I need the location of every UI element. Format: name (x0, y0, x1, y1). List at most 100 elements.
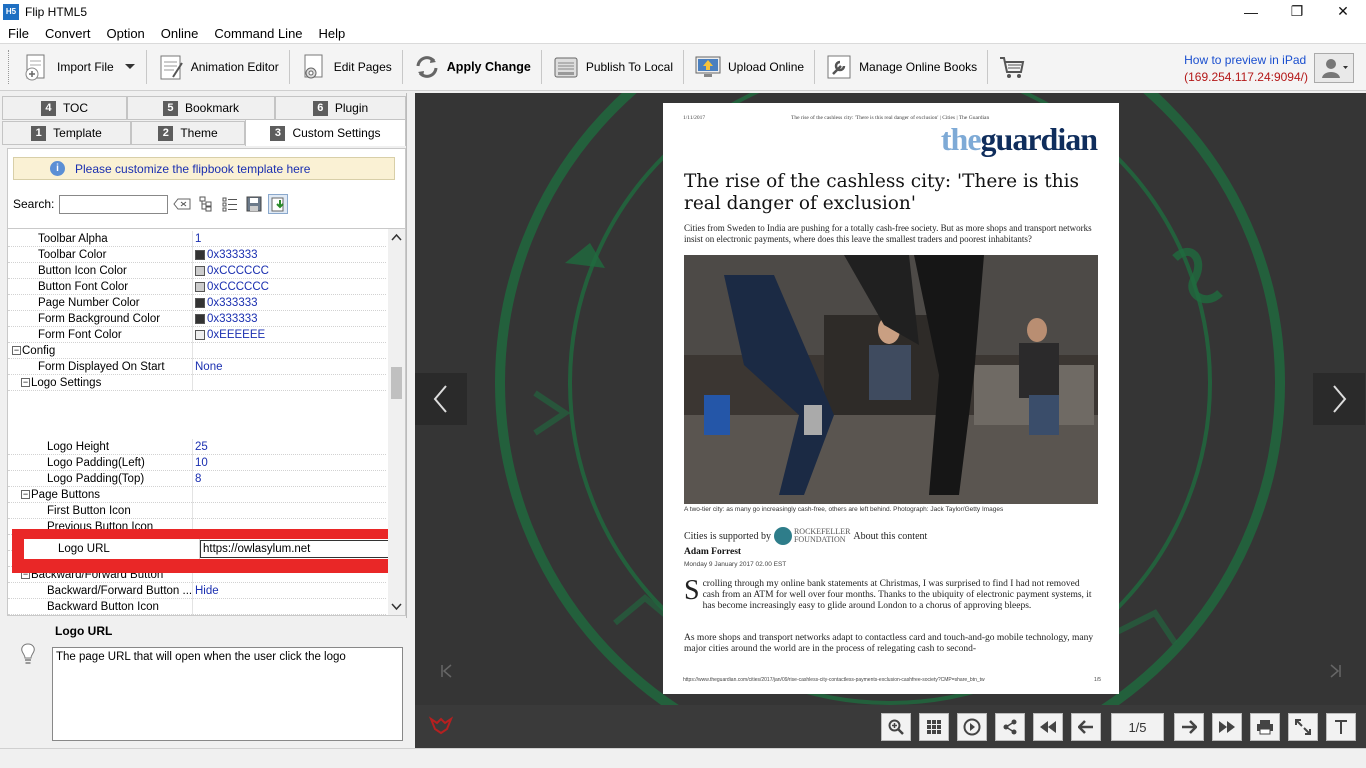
menu-command-line[interactable]: Command Line (206, 26, 310, 41)
search-input[interactable] (59, 194, 169, 214)
tab-toc[interactable]: 4 TOC (2, 96, 127, 120)
about-content-link[interactable]: About this content (853, 531, 927, 542)
apply-change-button[interactable]: Apply Change (407, 47, 537, 87)
animation-editor-button[interactable]: Animation Editor (151, 47, 285, 87)
import-file-button[interactable]: Import File (17, 47, 142, 87)
property-row[interactable]: Form Background Color 0x333333 (8, 310, 386, 327)
property-group-row[interactable]: − Page Buttons (8, 486, 386, 503)
share-button[interactable] (995, 713, 1025, 741)
property-grid-scrollbar[interactable] (388, 229, 405, 615)
logo-url-row[interactable]: Logo URL (24, 539, 396, 559)
save-icon[interactable] (244, 194, 264, 214)
property-row[interactable]: Form Font Color 0xEEEEEE (8, 326, 386, 343)
description-text: The page URL that will open when the use… (52, 647, 403, 741)
property-row[interactable]: Backward Button Icon (8, 598, 386, 615)
upload-icon (695, 56, 721, 77)
previous-button[interactable] (1071, 713, 1101, 741)
property-value[interactable] (195, 375, 385, 391)
menu-convert[interactable]: Convert (37, 26, 99, 41)
tab-plugin[interactable]: 6 Plugin (275, 96, 406, 120)
property-row[interactable]: Logo Padding(Left) 10 (8, 454, 386, 471)
maximize-button[interactable]: ❐ (1274, 0, 1320, 23)
manage-online-books-button[interactable]: Manage Online Books (819, 47, 983, 87)
import-settings-icon[interactable] (268, 194, 289, 214)
property-value[interactable]: 25 (195, 439, 385, 455)
first-page-button[interactable] (1033, 713, 1063, 741)
text-mode-button[interactable] (1326, 713, 1356, 741)
collapse-icon[interactable]: − (12, 345, 21, 355)
property-value[interactable]: Hide (195, 583, 385, 599)
property-value[interactable] (195, 599, 385, 615)
menu-online[interactable]: Online (153, 26, 207, 41)
property-row[interactable]: Form Displayed On Start None (8, 358, 386, 375)
chevron-down-icon[interactable] (122, 62, 138, 72)
thumbnails-button[interactable] (919, 713, 949, 741)
upload-online-button[interactable]: Upload Online (688, 47, 810, 87)
property-value[interactable]: 0x333333 (195, 247, 385, 263)
edit-pages-button[interactable]: Edit Pages (294, 47, 398, 87)
owl-logo-icon[interactable] (427, 715, 455, 737)
tab-theme[interactable]: 2 Theme (131, 121, 245, 145)
photo-caption: A two-tier city: as many go increasingly… (684, 506, 1004, 513)
scrollbar-thumb[interactable] (391, 367, 402, 399)
logo-url-input[interactable] (200, 540, 396, 558)
property-value[interactable]: 0x333333 (195, 311, 385, 327)
property-group-row[interactable]: − Config (8, 342, 386, 359)
print-button[interactable] (1250, 713, 1280, 741)
property-name-text: Toolbar Alpha (38, 232, 108, 245)
zoom-in-button[interactable] (881, 713, 911, 741)
property-value[interactable] (195, 487, 385, 503)
property-value[interactable]: 0x333333 (195, 295, 385, 311)
tab-custom-settings[interactable]: 3 Custom Settings (245, 119, 406, 146)
scroll-down-icon[interactable] (388, 599, 405, 613)
property-value[interactable]: 1 (195, 231, 385, 247)
fullscreen-button[interactable] (1288, 713, 1318, 741)
next-button[interactable] (1174, 713, 1204, 741)
property-value[interactable]: 0xEEEEEE (195, 327, 385, 343)
next-page-button[interactable] (1313, 373, 1365, 425)
property-row[interactable]: Button Font Color 0xCCCCCC (8, 278, 386, 295)
property-row[interactable]: Logo Padding(Top) 8 (8, 470, 386, 487)
scroll-up-icon[interactable] (388, 231, 405, 245)
first-page-icon[interactable] (439, 663, 455, 679)
close-button[interactable]: ✕ (1320, 0, 1366, 23)
user-account-button[interactable] (1314, 53, 1354, 83)
shop-button[interactable] (992, 47, 1038, 87)
tab-template[interactable]: 1 Template (2, 121, 131, 145)
property-row[interactable]: Toolbar Alpha 1 (8, 230, 386, 247)
tab-bookmark[interactable]: 5 Bookmark (127, 96, 275, 120)
menu-help[interactable]: Help (311, 26, 354, 41)
book-page[interactable]: 1/11/2017 The rise of the cashless city:… (663, 103, 1119, 694)
property-row[interactable]: Page Number Color 0x333333 (8, 294, 386, 311)
menu-option[interactable]: Option (98, 26, 152, 41)
menu-file[interactable]: File (0, 26, 37, 41)
last-page-icon[interactable] (1327, 663, 1343, 679)
minimize-button[interactable]: — (1228, 0, 1274, 23)
property-value[interactable] (195, 503, 385, 519)
collapse-icon[interactable]: − (21, 489, 30, 499)
autoplay-button[interactable] (957, 713, 987, 741)
property-row[interactable]: Backward/Forward Button ... Hide (8, 582, 386, 599)
property-row[interactable]: Toolbar Color 0x333333 (8, 246, 386, 263)
property-value[interactable]: 0xCCCCCC (195, 263, 385, 279)
property-group-row[interactable]: − Logo Settings (8, 374, 386, 391)
property-value[interactable]: None (195, 359, 385, 375)
ipad-preview-link[interactable]: How to preview in iPad (1184, 53, 1308, 67)
collapse-icon[interactable]: − (21, 377, 30, 387)
ipad-preview-help[interactable]: How to preview in iPad (169.254.117.24:9… (1184, 53, 1308, 84)
property-value[interactable]: 0xCCCCCC (195, 279, 385, 295)
list-view-icon[interactable] (220, 194, 240, 214)
property-row[interactable]: Logo Height 25 (8, 438, 386, 455)
property-value[interactable]: 10 (195, 455, 385, 471)
property-name: Logo URL (24, 539, 200, 559)
page-number-input[interactable]: 1/5 (1111, 713, 1164, 741)
tree-view-icon[interactable] (196, 194, 216, 214)
publish-to-local-button[interactable]: Publish To Local (546, 47, 679, 87)
property-value[interactable]: 8 (195, 471, 385, 487)
property-row[interactable]: First Button Icon (8, 502, 386, 519)
clear-search-icon[interactable] (172, 194, 192, 214)
last-page-button[interactable] (1212, 713, 1242, 741)
property-row[interactable]: Button Icon Color 0xCCCCCC (8, 262, 386, 279)
previous-page-button[interactable] (415, 373, 467, 425)
property-value[interactable] (195, 343, 385, 359)
